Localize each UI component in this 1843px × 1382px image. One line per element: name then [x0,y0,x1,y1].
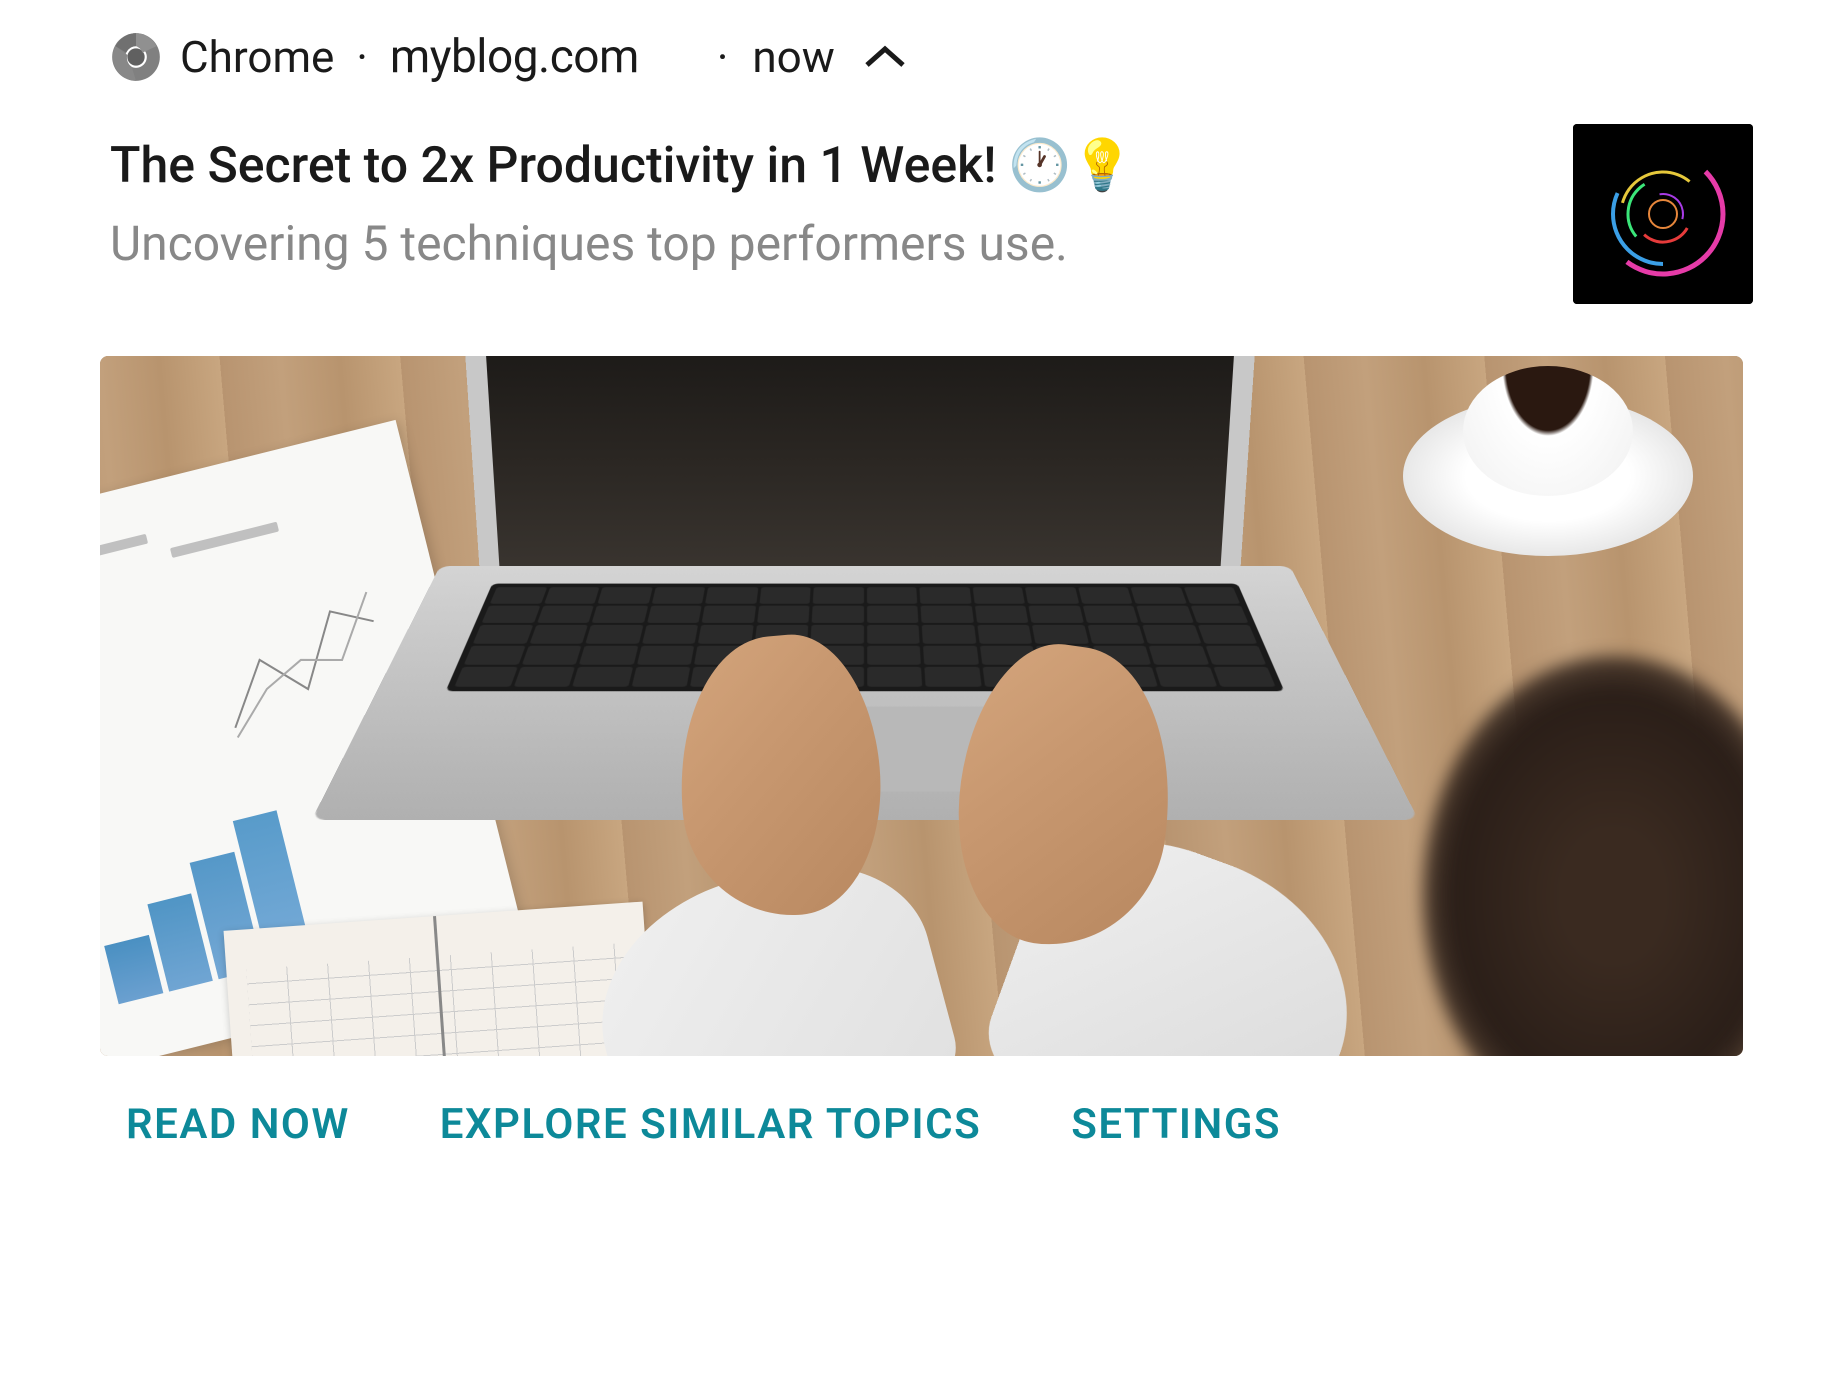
notification-actions: READ NOW EXPLORE SIMILAR TOPICS SETTINGS [50,1100,1793,1149]
chrome-icon [110,31,162,83]
notification-text-group: The Secret to 2x Productivity in 1 Week!… [110,134,1533,275]
notification-header: Chrome · myblog.com · now [50,30,1793,84]
notification-thumbnail [1573,124,1753,304]
notification-body: Uncovering 5 techniques top performers u… [110,213,1533,275]
domain-label: myblog.com [390,30,639,84]
notification-title: The Secret to 2x Productivity in 1 Week!… [110,134,1533,199]
explore-similar-button[interactable]: EXPLORE SIMILAR TOPICS [440,1100,981,1149]
notification-banner-image [100,356,1743,1056]
notification-card: Chrome · myblog.com · now The Secret to … [0,0,1843,1189]
read-now-button[interactable]: READ NOW [126,1100,350,1149]
separator-dot: · [717,31,729,83]
settings-button[interactable]: SETTINGS [1071,1100,1281,1149]
chevron-up-icon[interactable] [863,43,907,71]
timestamp-label: now [752,31,834,83]
notification-content: The Secret to 2x Productivity in 1 Week!… [50,134,1793,304]
separator-dot: · [356,31,368,83]
app-name-label: Chrome [180,31,334,83]
